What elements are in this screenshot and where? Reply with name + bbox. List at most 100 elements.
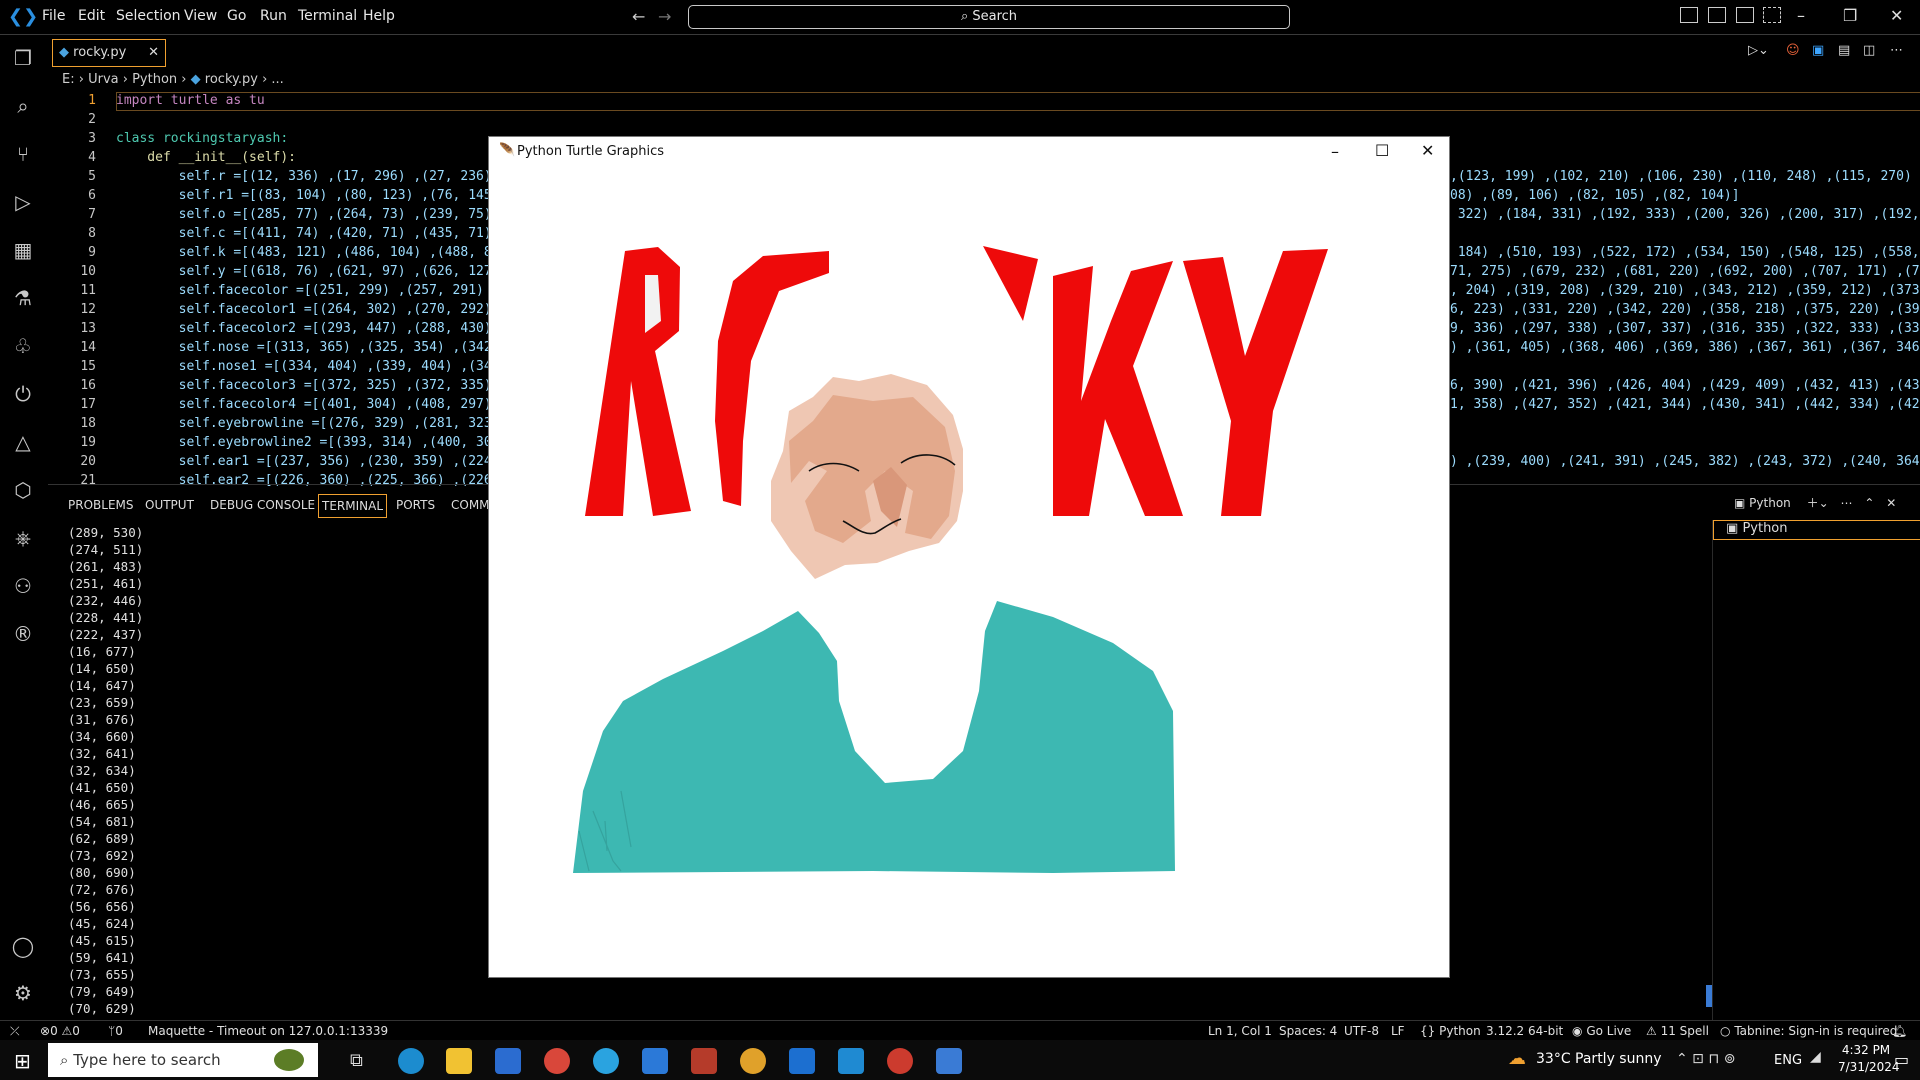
taskbar-search-box[interactable]: ⌕ Type here to search [48,1043,318,1077]
winrar-icon[interactable] [691,1048,717,1074]
toggle-sidebar-icon[interactable] [1680,7,1698,23]
close-icon[interactable]: ✕ [1421,141,1434,160]
tab-terminal[interactable]: TERMINAL [318,494,388,518]
menu-edit[interactable]: Edit [78,8,105,24]
maximize-panel-icon[interactable]: ⌃ [1864,496,1874,510]
restore-icon[interactable]: ❐ [1843,6,1857,25]
tray-icons[interactable]: ⌃ ⊡ ⊓ ⊚ [1676,1051,1735,1067]
customize-layout-icon[interactable] [1763,7,1781,23]
chrome-active-icon[interactable] [887,1048,913,1074]
search-icon[interactable]: ⌕ [10,93,36,119]
source-control-icon[interactable]: ⑂ [10,141,36,167]
weather-icon[interactable]: ☁ [1508,1048,1526,1069]
breadcrumb-drive[interactable]: E: [62,72,75,87]
problems-indicator[interactable]: ⊗0 ⚠0 [40,1024,80,1038]
breadcrumb-folder-urva[interactable]: Urva [88,72,119,87]
tab-rocky-py[interactable]: ◆ rocky.py ✕ [52,39,166,67]
tab-debug-console[interactable]: DEBUG CONSOLE [210,498,315,512]
ports-indicator[interactable]: ᛘ0 [108,1024,123,1038]
encoding[interactable]: UTF-8 [1344,1024,1379,1038]
new-terminal-icon[interactable]: ＋⌄ [1807,496,1829,510]
breadcrumb-symbol[interactable]: ... [271,72,283,87]
maximize-icon[interactable]: ☐ [1375,141,1389,160]
edge-icon[interactable] [398,1048,424,1074]
menu-help[interactable]: Help [363,8,395,24]
minimize-icon[interactable]: – [1797,6,1805,25]
go-live[interactable]: ◉ Go Live [1572,1024,1631,1038]
copilot-icon[interactable]: ☺ [1786,43,1800,58]
menu-file[interactable]: File [42,8,65,24]
menu-view[interactable]: View [184,8,217,24]
more-icon[interactable]: ⋯ [1841,496,1853,510]
maquette-status[interactable]: Maquette - Timeout on 127.0.0.1:13339 [148,1024,388,1038]
terminal-list-item[interactable]: ▣ Python [1713,520,1920,540]
chrome-profile-icon[interactable] [740,1048,766,1074]
menu-go[interactable]: Go [227,8,246,24]
close-panel-icon[interactable]: ✕ [1886,496,1896,510]
terminal-output[interactable]: (289, 530) (274, 511) (261, 483) (251, 461)… [68,524,143,1017]
r-language-icon[interactable]: ® [10,621,36,647]
toggle-secondary-sidebar-icon[interactable] [1736,7,1754,23]
command-search-box[interactable]: ⌕ Search [688,5,1290,29]
python-interpreter[interactable]: 3.12.2 64-bit [1486,1024,1563,1038]
split-editor-icon[interactable]: ◫ [1863,43,1875,58]
testing-icon[interactable]: ⚗ [10,285,36,311]
task-view-icon[interactable]: ⧉ [350,1050,363,1071]
vscode-taskbar-icon[interactable] [838,1048,864,1074]
scrollbar[interactable] [1706,985,1712,1007]
extensions-icon[interactable]: ▦ [10,237,36,263]
language-mode[interactable]: {} Python [1420,1024,1481,1038]
notifications-bell-icon[interactable]: 🔔︎ [1892,1024,1907,1038]
forward-arrow-icon[interactable]: → [658,7,671,26]
deploy-icon[interactable]: △ [10,429,36,455]
spell-check[interactable]: ⚠ 11 Spell [1646,1024,1709,1038]
terminal-name[interactable]: Python [1749,496,1791,510]
tab-comments[interactable]: COMM [451,498,490,512]
more-actions-icon[interactable]: ⋯ [1890,43,1903,58]
windows-start-icon[interactable]: ⊞ [14,1049,31,1073]
run-python-file-icon[interactable]: ▷⌄ [1748,43,1769,58]
python-icon[interactable]: ⚇ [10,573,36,599]
clock[interactable]: 4:32 PM 7/31/2024 [1838,1042,1900,1076]
container-icon[interactable]: ⬡ [10,477,36,503]
live-preview-icon[interactable]: ▣ [1812,43,1824,58]
cursor-position[interactable]: Ln 1, Col 1 [1208,1024,1272,1038]
tab-close-icon[interactable]: ✕ [148,40,159,66]
explorer-icon[interactable]: ❐ [10,45,36,71]
indentation[interactable]: Spaces: 4 [1279,1024,1337,1038]
remote-icon[interactable]: ⤫ [10,1024,20,1039]
minimize-icon[interactable]: – [1331,142,1339,161]
settings-gear-icon[interactable]: ⚙ [10,980,36,1006]
turtle-title-bar[interactable]: 🪶 Python Turtle Graphics – ☐ ✕ [489,137,1449,167]
turtle-graphics-window[interactable]: 🪶 Python Turtle Graphics – ☐ ✕ [488,136,1450,978]
breadcrumb-file[interactable]: rocky.py [205,72,258,87]
input-language[interactable]: ENG [1774,1053,1802,1068]
tab-problems[interactable]: PROBLEMS [68,498,134,512]
power-icon[interactable]: ⏻ [10,381,36,407]
tab-output[interactable]: OUTPUT [145,498,194,512]
menu-selection[interactable]: Selection [116,8,181,24]
remote-explorer-icon[interactable]: ♧ [10,333,36,359]
run-debug-icon[interactable]: ▷ [10,189,36,215]
chrome-icon[interactable] [544,1048,570,1074]
app-icon[interactable] [642,1048,668,1074]
telegram-icon[interactable] [593,1048,619,1074]
back-arrow-icon[interactable]: ← [632,7,645,26]
store-icon[interactable] [495,1048,521,1074]
tab-ports[interactable]: PORTS [396,498,435,512]
mail-icon[interactable] [789,1048,815,1074]
close-icon[interactable]: ✕ [1890,6,1903,25]
end-of-line[interactable]: LF [1391,1024,1405,1038]
breadcrumb-folder-python[interactable]: Python [132,72,177,87]
account-icon[interactable]: ◯ [10,933,36,959]
kubernetes-icon[interactable]: ⎈ [10,525,36,551]
menu-terminal[interactable]: Terminal [298,8,357,24]
toggle-panel-icon[interactable] [1708,7,1726,23]
volume-icon[interactable]: ◢ [1810,1049,1821,1065]
open-preview-icon[interactable]: ▤ [1838,43,1850,58]
file-explorer-icon[interactable] [446,1048,472,1074]
python-taskbar-icon[interactable] [936,1048,962,1074]
tabnine-status[interactable]: ○ Tabnine: Sign-in is required [1720,1024,1897,1038]
weather-text[interactable]: 33°C Partly sunny [1536,1051,1662,1067]
notification-center-icon[interactable]: ▭ [1894,1050,1909,1069]
